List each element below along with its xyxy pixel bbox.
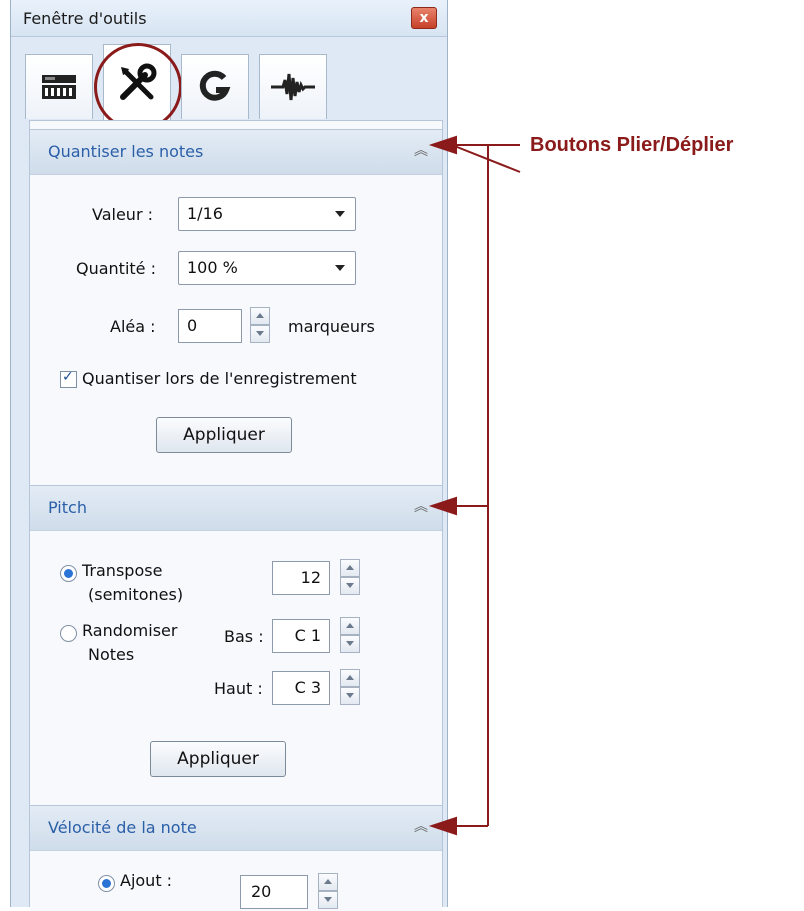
annotation-label: Boutons Plier/Déplier [530,134,734,156]
